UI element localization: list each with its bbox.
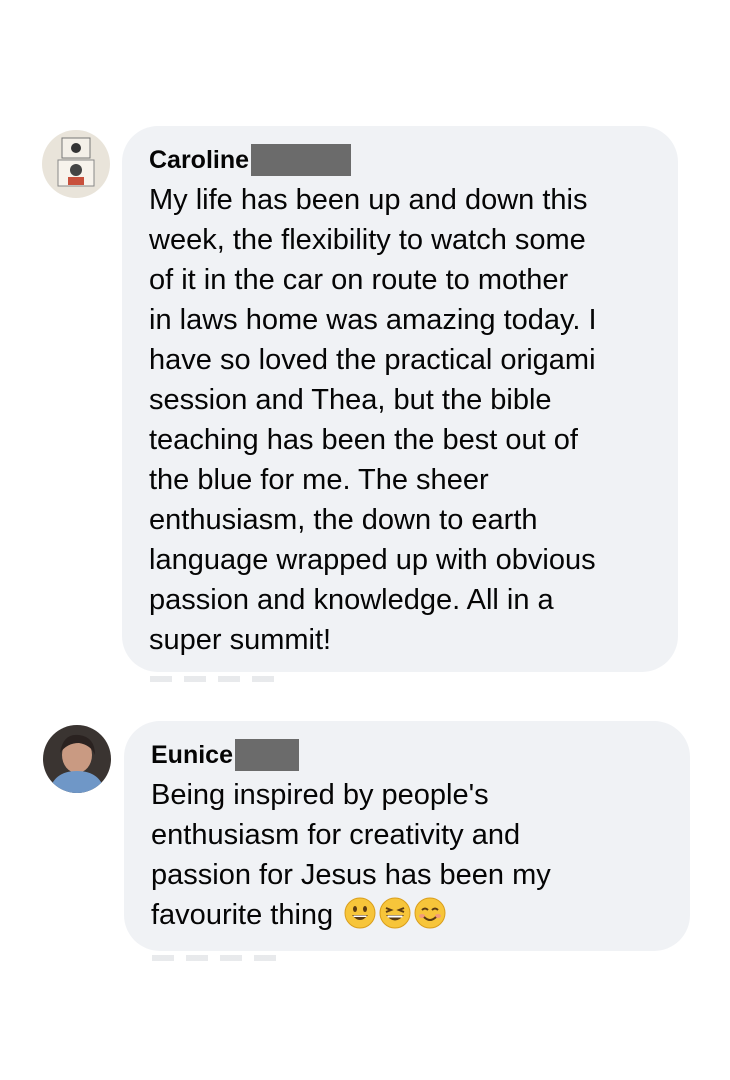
redacted-surname bbox=[251, 144, 352, 176]
comment-author-row: Caroline bbox=[149, 142, 678, 178]
avatar[interactable] bbox=[42, 130, 110, 198]
avatar[interactable] bbox=[43, 725, 111, 793]
comment-author-row: Eunice bbox=[151, 737, 690, 773]
comment-bubble: Eunice Being inspired by people's enthus… bbox=[124, 721, 690, 951]
comment-text: My life has been up and down this week, … bbox=[149, 184, 597, 656]
profile-photo-icon bbox=[42, 130, 110, 198]
comment-actions-cutoff bbox=[152, 955, 282, 961]
redacted-surname bbox=[234, 739, 299, 771]
comment-author-name[interactable]: Eunice bbox=[151, 737, 233, 773]
comment-bubble: Caroline My life has been up and down th… bbox=[122, 126, 678, 672]
comment-text: Being inspired by people's enthusiasm fo… bbox=[151, 779, 551, 931]
profile-photo-icon bbox=[43, 725, 111, 793]
grinning-face-icon bbox=[344, 897, 376, 929]
smiling-face-icon bbox=[414, 897, 446, 929]
comment-actions-cutoff bbox=[150, 676, 280, 682]
grinning-squinting-face-icon bbox=[379, 897, 411, 929]
comment-author-name[interactable]: Caroline bbox=[149, 142, 249, 178]
